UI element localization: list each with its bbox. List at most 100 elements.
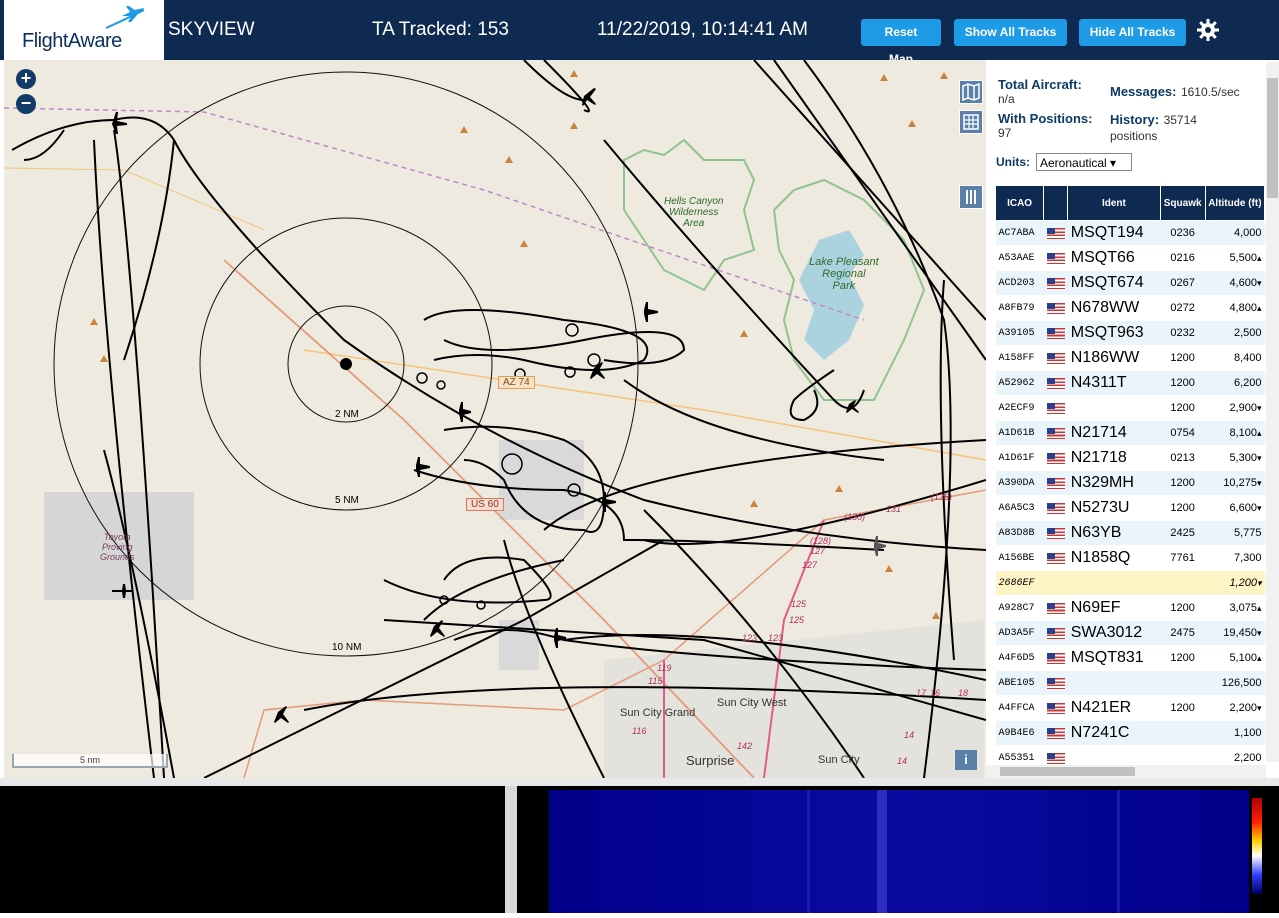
flag-cell [1044,321,1068,346]
flag-cell [1044,396,1068,421]
sidebar-vertical-scroll-thumb[interactable] [1267,78,1278,198]
ident-cell [1068,671,1160,696]
signal-panel [0,786,505,913]
zoom-in-button[interactable]: + [16,69,36,89]
zoom-out-button[interactable]: − [16,94,36,114]
sidebar-horizontal-scroll-thumb[interactable] [1000,767,1135,776]
road-number-label: 123 [768,633,783,643]
columns-toggle-button[interactable] [959,185,983,209]
table-row[interactable]: A156BEN1858Q77617,300 [996,546,1265,571]
flag-cell [1044,571,1068,596]
history-label: History: [1110,112,1159,127]
table-row[interactable]: A39105MSQT96302322,500 [996,321,1265,346]
squawk-cell [1160,721,1205,746]
map-view[interactable]: 2 NM 5 NM 10 NM AZ 74 US 60 Hells Canyon… [4,60,986,778]
icao-cell: A1D61B [996,421,1044,446]
altitude-trend-icon: ▾ [1257,503,1262,513]
ident-cell [1068,571,1160,596]
table-row[interactable]: 2686EF1,200▾ [996,571,1265,596]
flightaware-logo[interactable]: FlightAware [4,0,164,60]
table-row[interactable]: A6A5C3N5273U12006,600▾ [996,496,1265,521]
table-row[interactable]: A8FB79N678WW02724,800▴ [996,296,1265,321]
flag-cell [1044,671,1068,696]
info-button[interactable]: i [955,750,977,770]
units-select[interactable]: Aeronautical ▾ [1036,153,1132,171]
table-row[interactable]: A928C7N69EF12003,075▴ [996,596,1265,621]
with-positions-label: With Positions: [998,111,1093,126]
total-aircraft-stat: Total Aircraft: n/a [998,77,1082,106]
grid-toggle-button[interactable] [959,110,983,134]
flag-cell [1044,221,1068,246]
table-row[interactable]: ACD203MSQT67402674,600▾ [996,271,1265,296]
table-header-row: ICAO Ident Squawk Altitude (ft) [996,186,1265,221]
icao-cell: ABE105 [996,671,1044,696]
table-row[interactable]: A390DAN329MH120010,275▾ [996,471,1265,496]
squawk-cell: 0267 [1160,271,1205,296]
altitude-cell: 6,200 [1205,371,1264,396]
table-row[interactable]: A4FFCAN421ER12002,200▾ [996,696,1265,721]
us-flag-icon [1047,353,1065,364]
altitude-trend-icon: ▾ [1257,703,1262,713]
column-header-icao[interactable]: ICAO [996,186,1044,221]
show-all-tracks-button[interactable]: Show All Tracks [954,19,1067,46]
column-header-flag[interactable] [1044,186,1068,221]
ident-cell: N21714 [1068,421,1160,446]
sun-city-label: Sun City [818,754,860,766]
altitude-cell: 5,500▴ [1205,246,1264,271]
table-row[interactable]: A2ECF912002,900▾ [996,396,1265,421]
icao-cell: ACD203 [996,271,1044,296]
color-scale-bar [1252,798,1262,894]
boundary-line [4,108,864,320]
splitter[interactable] [0,778,1279,786]
column-header-altitude[interactable]: Altitude (ft) [1205,186,1264,221]
ident-cell: N1858Q [1068,546,1160,571]
squawk-cell: 1200 [1160,396,1205,421]
table-row[interactable]: A1D61FN2171802135,300▾ [996,446,1265,471]
tracked-count: TA Tracked: 153 [372,19,509,41]
squawk-cell [1160,671,1205,696]
current-datetime: 11/22/2019, 10:14:41 AM [597,19,808,41]
table-row[interactable]: A158FFN186WW12008,400 [996,346,1265,371]
altitude-trend-icon: ▴ [1257,653,1262,663]
table-row[interactable]: A83D8BN63YB24255,775 [996,521,1265,546]
table-row[interactable]: ABE105 126,500 [996,671,1265,696]
gear-icon[interactable] [1196,18,1220,42]
road-number-label: 125 [789,615,804,625]
messages-value: 1610.5/sec [1181,85,1240,99]
table-row[interactable]: A1D61BN2171407548,100▴ [996,421,1265,446]
table-row[interactable]: AC7ABAMSQT19402364,000 [996,221,1265,246]
column-header-ident[interactable]: Ident [1068,186,1160,221]
map-icon [960,81,982,103]
us-flag-icon [1047,378,1065,389]
table-row[interactable]: A53AAEMSQT6602165,500▴ [996,246,1265,271]
icao-cell: A2ECF9 [996,396,1044,421]
waterfall-canvas [517,786,1279,913]
top-bar: FlightAware SKYVIEW TA Tracked: 153 11/2… [0,0,1279,60]
aircraft-sidebar: Total Aircraft: n/a Messages: 1610.5/sec… [986,60,1279,778]
table-row[interactable]: AD3A5FSWA3012247519,450▾ [996,621,1265,646]
table-row[interactable]: A4F6D5MSQT83112005,100▴ [996,646,1265,671]
hide-all-tracks-button[interactable]: Hide All Tracks [1079,19,1186,46]
table-row[interactable]: A9B4E6N7241C1,100 [996,721,1265,746]
ident-cell: MSQT674 [1068,271,1160,296]
panel-divider[interactable] [505,786,517,913]
squawk-cell: 1200 [1160,596,1205,621]
sun-city-west-label: Sun City West [717,697,787,709]
us-flag-icon [1047,703,1065,714]
map-layers-button[interactable] [959,80,983,104]
messages-stat: Messages: 1610.5/sec [1110,83,1240,101]
icao-cell: A52962 [996,371,1044,396]
altitude-cell: 126,500 [1205,671,1264,696]
us-flag-icon [1047,678,1065,689]
ident-cell: N21718 [1068,446,1160,471]
table-row[interactable]: A52962N4311T12006,200 [996,371,1265,396]
ident-cell: N69EF [1068,596,1160,621]
road-number-label: 142 [737,741,752,751]
road [4,168,264,230]
squawk-cell: 1200 [1160,371,1205,396]
column-header-squawk[interactable]: Squawk [1160,186,1205,221]
us-flag-icon [1047,303,1065,314]
reset-map-button[interactable]: Reset Map [861,19,941,46]
icao-cell: A6A5C3 [996,496,1044,521]
us-flag-icon [1047,453,1065,464]
